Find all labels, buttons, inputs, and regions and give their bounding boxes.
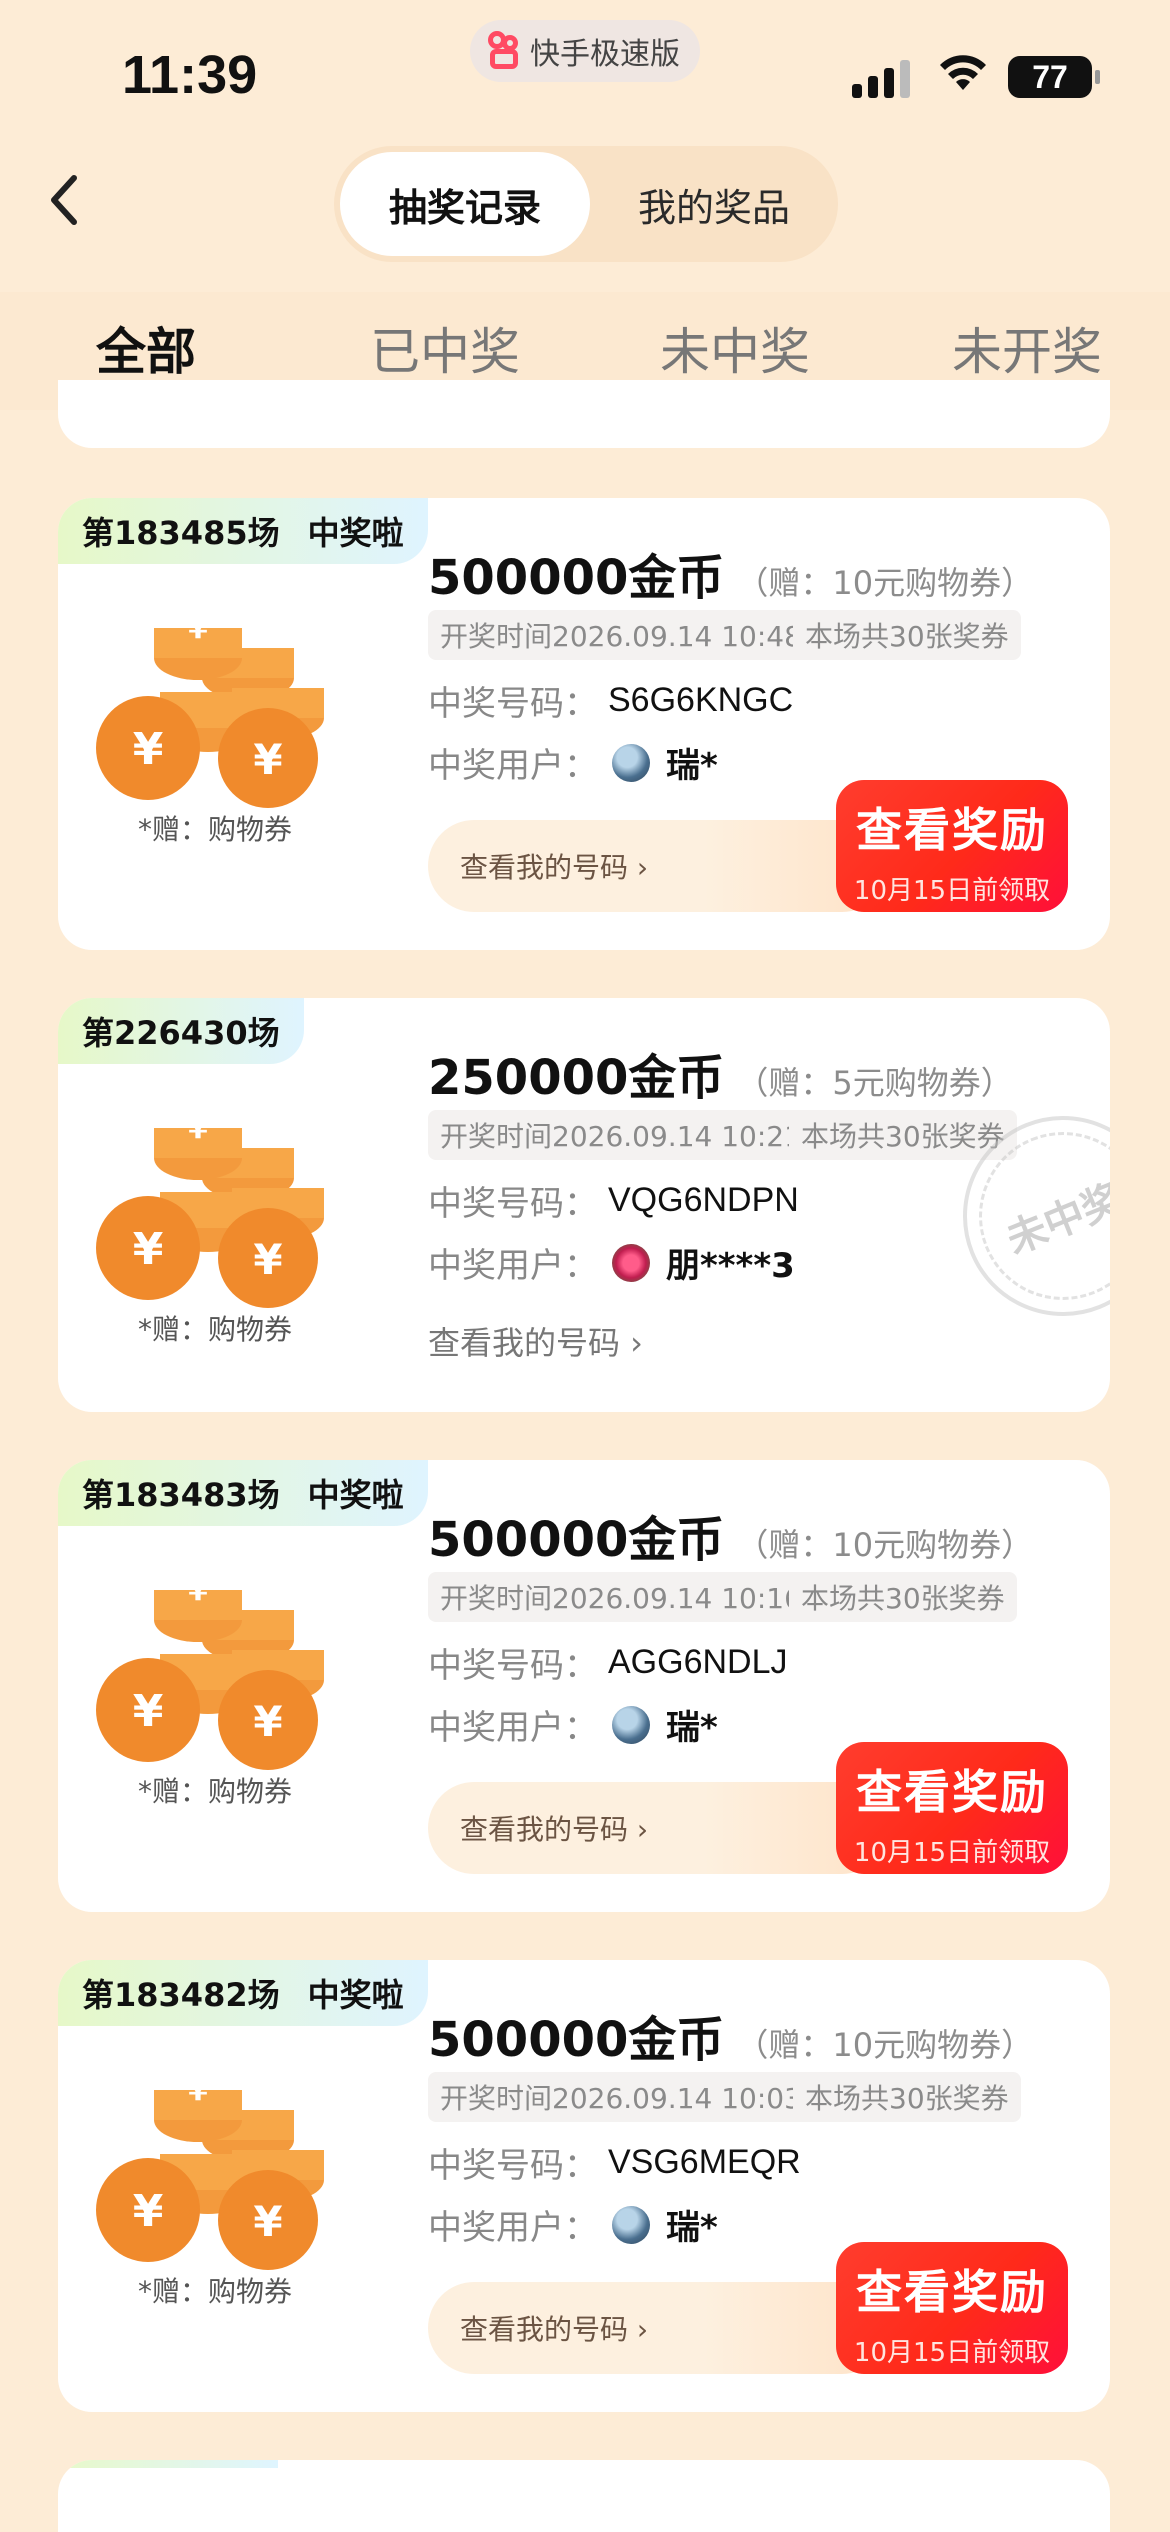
tab-not-won[interactable]: 未中奖 [660, 312, 810, 384]
back-chevron-icon[interactable] [40, 170, 90, 230]
won-badge: 中奖啦 [307, 1976, 404, 2014]
winner-name: 瑞* [666, 746, 718, 786]
winning-user-row: 中奖用户： 瑞* [428, 2200, 718, 2249]
winning-code-row: 中奖号码： S6G6KNGC [428, 681, 794, 724]
winning-code: VSG6MEQR [608, 2143, 801, 2181]
svg-text:¥: ¥ [253, 1697, 282, 1746]
prize-title: 500000金币 （赠：10元购物券） [428, 2012, 1034, 2068]
round-tag: 第183483场 中奖啦 [58, 1460, 428, 1526]
clock: 11:39 [122, 45, 258, 105]
battery-icon: 77 [1008, 56, 1100, 98]
prize-title: 500000金币 （赠：10元购物券） [428, 550, 1034, 606]
status-bar: 11:39 快手极速版 77 [0, 0, 1170, 140]
avatar [612, 2205, 650, 2244]
winner-name: 瑞* [666, 1708, 718, 1748]
svg-text:¥: ¥ [253, 735, 282, 784]
draw-time-chip: 开奖时间2026.09.14 10:21 [428, 1110, 814, 1160]
segment-my-prizes[interactable]: 我的奖品 [594, 152, 834, 256]
app-name: 快手极速版 [530, 37, 680, 72]
prize-bonus: （赠：10元购物券） [736, 564, 1034, 602]
gold-coins-image: ¥ ¥ ¥ [88, 2050, 358, 2270]
view-reward-button[interactable]: 查看奖励 10月15日前领取 [836, 2242, 1068, 2374]
winning-code-row: 中奖号码： VSG6MEQR [428, 2143, 801, 2186]
round-number: 第183482场 [82, 1976, 280, 2014]
avatar [612, 1705, 650, 1744]
round-tag: 第183485场 中奖啦 [58, 498, 428, 564]
prize-title: 250000金币 （赠：5元购物券） [428, 1050, 1013, 1106]
gold-coins-image: ¥ ¥ ¥ [88, 588, 358, 808]
prize-bonus: （赠：5元购物券） [736, 1064, 1013, 1102]
record-card-partial [58, 2460, 1110, 2532]
avatar [612, 1243, 650, 1282]
round-number: 第226430场 [82, 1014, 280, 1052]
record-card[interactable]: 第183482场 中奖啦 ¥ ¥ ¥ *赠：购物券 500000金币 （赠：10元… [58, 1960, 1110, 2412]
prize-title: 500000金币 （赠：10元购物券） [428, 1512, 1034, 1568]
ticket-total-chip: 本场共30张奖券 [793, 2072, 1021, 2122]
winner-name: 朋****3 [666, 1246, 795, 1286]
ticket-total-chip: 本场共30张奖券 [793, 610, 1021, 660]
wifi-icon [940, 55, 986, 90]
gold-coins-image: ¥ ¥ ¥ [88, 1550, 358, 1770]
winning-user-row: 中奖用户： 瑞* [428, 738, 718, 787]
winning-code-row: 中奖号码： AGG6NDLJ [428, 1643, 788, 1686]
svg-text:¥: ¥ [133, 724, 164, 775]
kuaishou-logo-icon [486, 31, 522, 71]
svg-text:¥: ¥ [188, 2074, 208, 2107]
winner-name: 瑞* [666, 2208, 718, 2248]
draw-time-chip: 开奖时间2026.09.14 10:16 [428, 1572, 814, 1622]
gift-note: *赠：购物券 [138, 813, 293, 846]
view-reward-button[interactable]: 查看奖励 10月15日前领取 [836, 780, 1068, 912]
record-card[interactable]: 第183485场 中奖啦 ¥ ¥ ¥ *赠：购物券 500000金币 （赠：10元… [58, 498, 1110, 950]
app-return-badge[interactable]: 快手极速版 [470, 20, 700, 82]
svg-text:¥: ¥ [188, 612, 208, 645]
segment-lottery-records[interactable]: 抽奖记录 [340, 152, 590, 256]
winning-code: AGG6NDLJ [608, 1643, 788, 1681]
svg-text:¥: ¥ [133, 2186, 164, 2237]
round-tag: 第226430场 [58, 998, 304, 1064]
svg-text:¥: ¥ [253, 1235, 282, 1284]
record-card[interactable]: 第226430场 ¥ ¥ ¥ *赠：购物券 250000金币 （赠：5元购物券） … [58, 998, 1110, 1412]
tab-all[interactable]: 全部 [96, 312, 196, 384]
svg-text:¥: ¥ [133, 1686, 164, 1737]
winning-code: S6G6KNGC [608, 681, 794, 719]
view-my-code-button[interactable]: 查看我的号码 › [428, 820, 888, 912]
prize-bonus: （赠：10元购物券） [736, 2026, 1034, 2064]
gift-note: *赠：购物券 [138, 1313, 293, 1346]
ticket-total-chip: 本场共30张奖券 [789, 1110, 1017, 1160]
record-card[interactable]: 第183483场 中奖啦 ¥ ¥ ¥ *赠：购物券 500000金币 （赠：10元… [58, 1460, 1110, 1912]
tab-not-drawn[interactable]: 未开奖 [952, 312, 1102, 384]
view-my-code-button[interactable]: 查看我的号码 › [428, 1782, 888, 1874]
tab-won[interactable]: 已中奖 [370, 312, 520, 384]
record-card-partial [58, 380, 1110, 448]
view-reward-button[interactable]: 查看奖励 10月15日前领取 [836, 1742, 1068, 1874]
won-badge: 中奖啦 [307, 1476, 404, 1514]
winning-code-row: 中奖号码： VQG6NDPN [428, 1181, 799, 1224]
won-badge: 中奖啦 [307, 514, 404, 552]
winning-user-row: 中奖用户： 瑞* [428, 1700, 718, 1749]
winning-user-row: 中奖用户： 朋****3 [428, 1238, 795, 1287]
svg-text:¥: ¥ [188, 1574, 208, 1607]
winning-code: VQG6NDPN [608, 1181, 799, 1219]
draw-time-chip: 开奖时间2026.09.14 10:03 [428, 2072, 814, 2122]
draw-time-chip: 开奖时间2026.09.14 10:48 [428, 610, 814, 660]
gift-note: *赠：购物券 [138, 2275, 293, 2308]
gold-coins-image: ¥ ¥ ¥ [88, 1088, 358, 1308]
cellular-signal-icon [852, 58, 910, 98]
svg-text:¥: ¥ [188, 1112, 208, 1145]
svg-text:¥: ¥ [133, 1224, 164, 1275]
record-segment-control: 抽奖记录 我的奖品 [334, 146, 838, 262]
view-my-code-button[interactable]: 查看我的号码 › [428, 2282, 888, 2374]
round-tag: 第183482场 中奖啦 [58, 1960, 428, 2026]
gift-note: *赠：购物券 [138, 1775, 293, 1808]
prize-bonus: （赠：10元购物券） [736, 1526, 1034, 1564]
avatar [612, 743, 650, 782]
round-number: 第183483场 [82, 1476, 280, 1514]
svg-text:¥: ¥ [253, 2197, 282, 2246]
ticket-total-chip: 本场共30张奖券 [789, 1572, 1017, 1622]
round-number: 第183485场 [82, 514, 280, 552]
view-my-code-link[interactable]: 查看我的号码 › [428, 1318, 643, 1364]
